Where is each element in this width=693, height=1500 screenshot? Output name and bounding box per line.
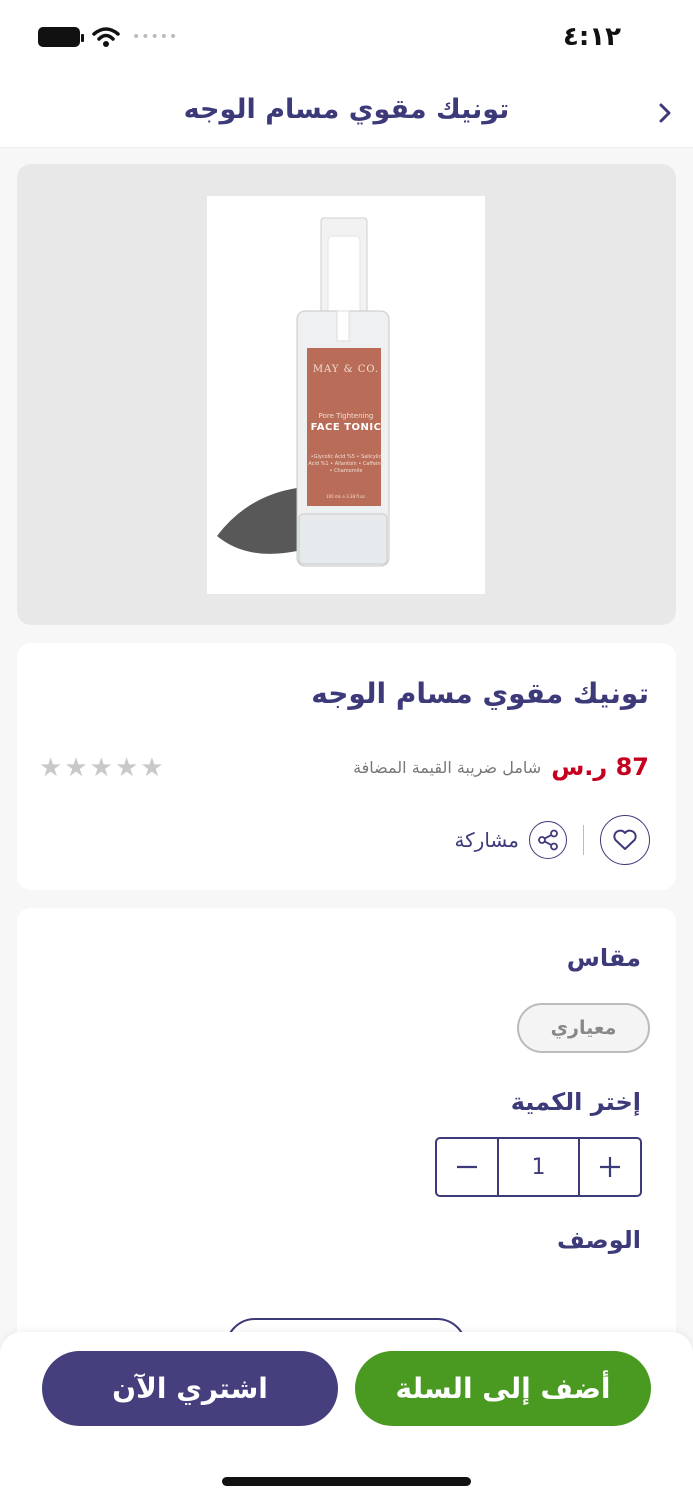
home-indicator[interactable] [222,1477,471,1486]
chevron-right-icon [659,103,671,123]
product-price: 87 ر.س [551,753,649,781]
price-row: 87 ر.س شامل ضريبة القيمة المضافة [353,753,649,781]
bottle-illustration [217,217,390,567]
star-icon: ★ [64,753,88,783]
product-info-card: تونيك مقوي مسام الوجه 87 ر.س شامل ضريبة … [17,643,676,890]
signal-icon: ••••• [132,29,179,45]
share-button[interactable]: مشاركة [454,821,567,859]
star-icon: ★ [140,753,164,783]
favorite-button[interactable] [600,815,650,865]
share-icon [538,829,558,851]
product-title: تونيك مقوي مسام الوجه [311,677,649,710]
share-label: مشاركة [454,828,519,852]
quantity-value[interactable]: 1 [497,1139,580,1195]
buy-now-button[interactable]: اشتري الآن [42,1351,338,1426]
product-image[interactable]: MAY & CO. Pore Tightening FACE TONIC •Gl… [207,196,485,594]
add-to-cart-button[interactable]: أضف إلى السلة [355,1351,651,1426]
rating-stars: ★ ★ ★ ★ ★ [39,754,164,782]
product-volume: 100 mL e 3.38 fl.oz. [326,494,366,499]
status-bar: ••••• ٤:١٢ [0,0,693,80]
increase-quantity-button[interactable] [580,1139,640,1195]
page-title: تونيك مقوي مسام الوجه [183,94,510,125]
product-image-card: MAY & CO. Pore Tightening FACE TONIC •Gl… [17,164,676,625]
description-label: الوصف [556,1226,641,1254]
product-brand: MAY & CO. [312,364,380,375]
star-icon: ★ [89,753,113,783]
quantity-stepper: 1 [435,1137,642,1197]
product-name-label: FACE TONIC [310,422,382,433]
battery-icon [38,27,84,47]
product-subtitle: Pore Tightening [318,412,374,420]
status-icons: ••••• [38,26,178,48]
decrease-quantity-button[interactable] [437,1139,497,1195]
wifi-icon [92,27,120,47]
size-label: مقاس [566,944,641,972]
heart-icon [613,829,637,850]
divider [583,825,584,855]
minus-icon [457,1165,477,1169]
product-ingredients: •Glycolic Acid %5 • Salicylic Acid %1 • … [308,454,384,474]
status-time: ٤:١٢ [562,22,621,52]
quantity-label: إختر الكمية [510,1088,641,1116]
plus-icon [600,1157,620,1177]
bottom-action-bar: اشتري الآن أضف إلى السلة [0,1332,693,1500]
nav-header: تونيك مقوي مسام الوجه [0,80,693,148]
vat-note: شامل ضريبة القيمة المضافة [353,757,542,777]
size-option-chip[interactable]: معياري [517,1003,650,1053]
star-icon: ★ [39,753,63,783]
back-button[interactable] [650,98,680,128]
star-icon: ★ [114,753,139,783]
product-actions: مشاركة [454,815,650,865]
share-icon-circle [529,821,567,859]
